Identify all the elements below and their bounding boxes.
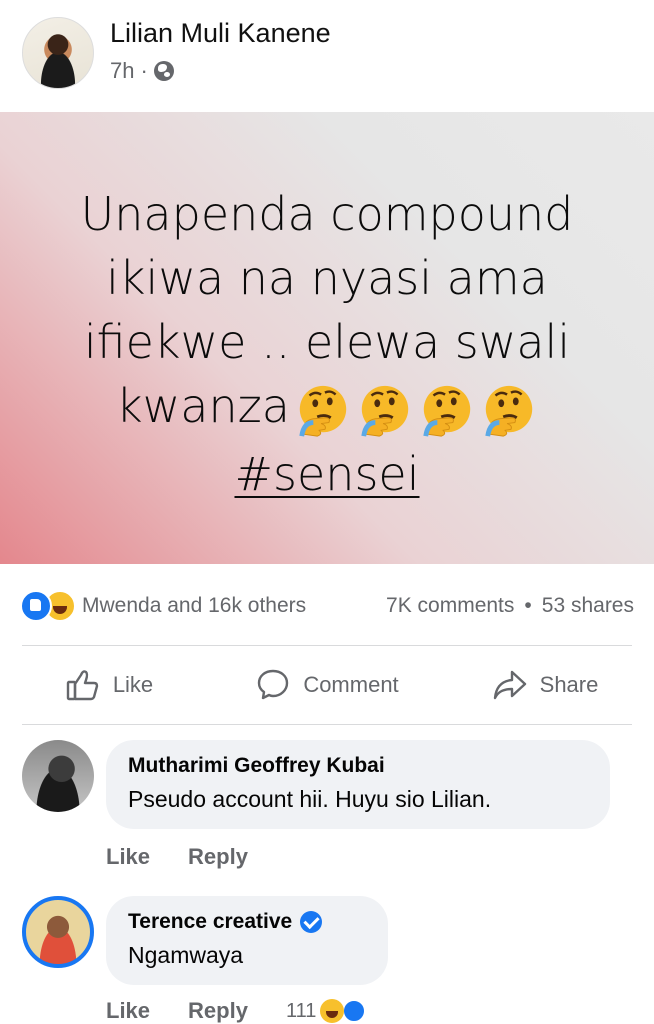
comment-reply-button[interactable]: Reply [188, 844, 248, 870]
comments-count[interactable]: 7K comments [386, 594, 514, 618]
comment-actions: Like Reply [106, 844, 248, 870]
comment-bubble: Mutharimi Geoffrey Kubai Pseudo account … [106, 740, 610, 829]
post-line-3: ifiekwe .. elewa swali [83, 315, 571, 369]
comment-actions: Like Reply 111 [106, 998, 367, 1024]
action-bar: Like Comment Share [0, 646, 654, 724]
post-line-4: kwanza [20, 374, 634, 442]
shares-count[interactable]: 53 shares [542, 594, 634, 618]
divider [22, 724, 632, 725]
reaction-icons[interactable] [20, 590, 76, 622]
author-name[interactable]: Lilian Muli Kanene [110, 18, 331, 49]
post-header: Lilian Muli Kanene 7h · [0, 0, 654, 110]
author-avatar[interactable] [22, 17, 94, 89]
post-stats: Mwenda and 16k others 7K comments • 53 s… [20, 588, 634, 624]
commenter-avatar[interactable] [22, 896, 94, 968]
comment-reactions[interactable]: 111 [285, 999, 367, 1023]
comment-button[interactable]: Comment [218, 667, 436, 703]
like-reaction-icon [342, 999, 367, 1023]
thinking-face-emoji [299, 385, 347, 437]
post-line-1: Unapenda compound [80, 187, 574, 241]
comment-bubble: Terence creative Ngamwaya [106, 896, 388, 985]
comment-like-button[interactable]: Like [106, 844, 150, 870]
comment-text: Pseudo account hii. Huyu sio Lilian. [128, 786, 492, 812]
post-line-2: ikiwa na nyasi ama [106, 251, 548, 305]
comment-text: Ngamwaya [128, 942, 244, 968]
commenter-name[interactable]: Mutharimi Geoffrey Kubai [128, 754, 588, 778]
commenter-name[interactable]: Terence creative [128, 910, 366, 934]
post-time[interactable]: 7h [110, 58, 134, 84]
post-text-card[interactable]: Unapenda compound ikiwa na nyasi ama ifi… [0, 112, 654, 564]
thinking-face-emoji [485, 385, 533, 437]
comment-like-button[interactable]: Like [106, 998, 150, 1024]
post-line-4-text: kwanza [116, 379, 290, 433]
comment-reaction-count: 111 [285, 999, 317, 1022]
globe-icon [153, 61, 174, 81]
thinking-emojis [290, 378, 538, 442]
share-arrow-icon [493, 670, 526, 700]
post-meta: 7h · [110, 58, 174, 84]
thinking-face-emoji [423, 385, 471, 437]
verified-badge-icon [300, 911, 323, 933]
comment-label: Comment [303, 672, 399, 697]
like-button[interactable]: Like [0, 667, 218, 703]
commenter-avatar[interactable] [22, 740, 94, 812]
comment-bubble-icon [258, 669, 289, 700]
like-label: Like [112, 672, 154, 697]
commenter-name-text: Terence creative [128, 910, 293, 933]
engagement-counts: 7K comments • 53 shares [386, 594, 634, 618]
thumbs-up-icon [66, 670, 99, 701]
haha-reaction-icon [320, 999, 345, 1023]
share-button[interactable]: Share [436, 667, 654, 703]
thinking-face-emoji [361, 385, 409, 437]
post-text: Unapenda compound ikiwa na nyasi ama ifi… [20, 182, 634, 506]
stats-dot: • [524, 594, 532, 617]
like-reaction-icon [20, 590, 52, 622]
reaction-summary[interactable]: Mwenda and 16k others [82, 594, 306, 618]
commenter-name-text: Mutharimi Geoffrey Kubai [128, 754, 385, 777]
share-label: Share [539, 672, 599, 697]
hashtag-link[interactable]: #sensei [20, 442, 634, 506]
comment-reply-button[interactable]: Reply [188, 998, 248, 1024]
meta-separator: · [140, 58, 148, 83]
